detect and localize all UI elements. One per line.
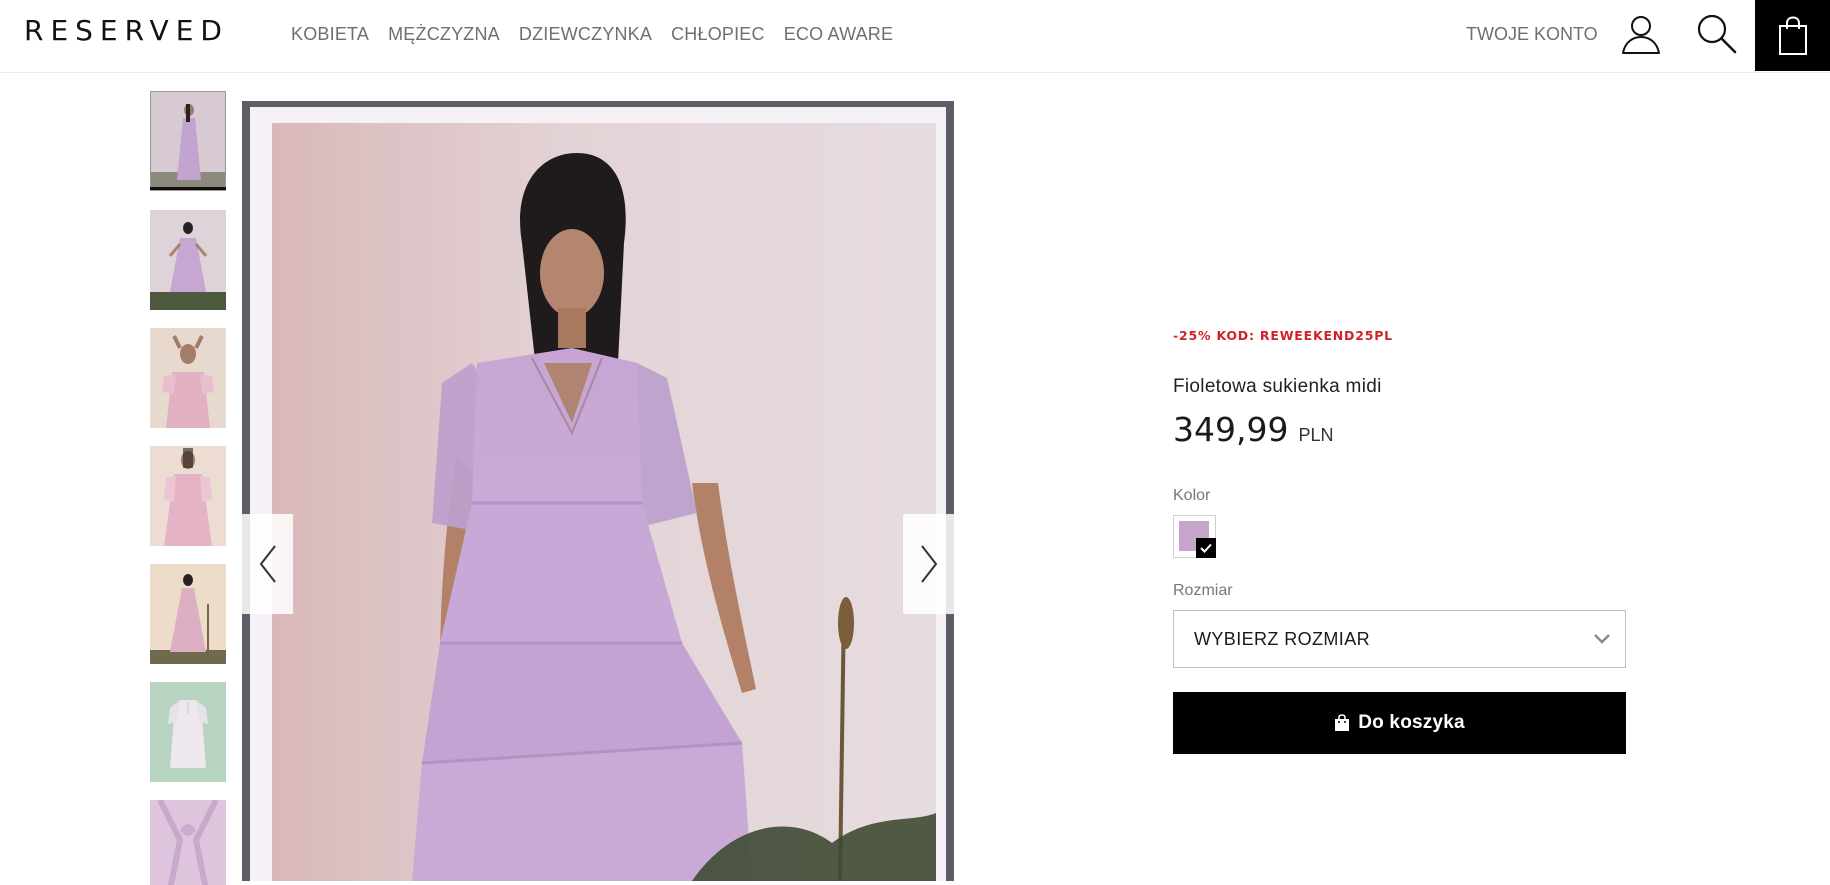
previous-image-button[interactable] [242, 514, 293, 614]
chevron-left-icon [259, 545, 276, 583]
chevron-down-icon [1594, 634, 1610, 644]
color-label: Kolor [1173, 487, 1211, 504]
shopping-bag-icon [1778, 15, 1807, 55]
thumbnail-3[interactable] [150, 328, 226, 428]
nav-item-eco-aware[interactable]: ECO AWARE [784, 24, 893, 45]
add-to-cart-label: Do koszyka [1358, 712, 1465, 733]
thumbnail-image [150, 328, 226, 428]
shopping-bag-icon [1335, 714, 1350, 731]
account-button[interactable] [1617, 10, 1665, 58]
product-photo [272, 123, 936, 881]
size-dropdown-value: WYBIERZ ROZMIAR [1194, 629, 1370, 649]
thumbnail-image [150, 564, 226, 664]
cart-button[interactable] [1755, 0, 1830, 71]
nav-item-kobieta[interactable]: KOBIETA [291, 24, 369, 45]
thumbnail-image [150, 210, 226, 310]
promo-code-label: -25% KOD: REWEEKEND25PL [1173, 328, 1393, 343]
active-thumbnail-indicator [150, 187, 226, 190]
search-button[interactable] [1693, 10, 1741, 58]
dress-photo-illustration [272, 123, 936, 881]
nav-item-dziewczynka[interactable]: DZIEWCZYNKA [519, 24, 652, 45]
logo[interactable]: RESERVED [24, 14, 229, 47]
size-label: Rozmiar [1173, 582, 1233, 599]
nav-item-chlopiec[interactable]: CHŁOPIEC [671, 24, 765, 45]
thumbnail-image [150, 446, 226, 546]
product-price: 349,99 PLN [1173, 410, 1333, 449]
search-icon [1697, 14, 1737, 54]
nav-item-mezczyzna[interactable]: MĘŻCZYZNA [388, 24, 500, 45]
thumbnail-image [150, 800, 226, 885]
color-swatch-selected[interactable] [1173, 515, 1216, 558]
thumbnail-image [151, 92, 225, 190]
main-nav: KOBIETA MĘŻCZYZNA DZIEWCZYNKA CHŁOPIEC E… [291, 24, 893, 45]
thumbnail-image [150, 682, 226, 782]
product-title: Fioletowa sukienka midi [1173, 376, 1382, 397]
price-currency: PLN [1298, 425, 1334, 445]
thumbnail-6[interactable] [150, 682, 226, 782]
account-link[interactable]: TWOJE KONTO [1466, 24, 1598, 45]
thumbnail-5[interactable] [150, 564, 226, 664]
checkmark-icon [1196, 538, 1216, 558]
price-value: 349,99 [1173, 410, 1289, 449]
thumbnail-2[interactable] [150, 210, 226, 310]
size-dropdown[interactable]: WYBIERZ ROZMIAR [1173, 610, 1626, 668]
next-image-button[interactable] [903, 514, 954, 614]
chevron-right-icon [920, 545, 937, 583]
thumbnail-1[interactable] [150, 91, 226, 191]
user-icon [1622, 16, 1660, 54]
add-to-cart-button[interactable]: Do koszyka [1173, 692, 1626, 754]
site-header: RESERVED KOBIETA MĘŻCZYZNA DZIEWCZYNKA C… [0, 0, 1830, 73]
main-product-image [242, 101, 954, 881]
thumbnail-4[interactable] [150, 446, 226, 546]
thumbnail-7[interactable] [150, 800, 226, 885]
